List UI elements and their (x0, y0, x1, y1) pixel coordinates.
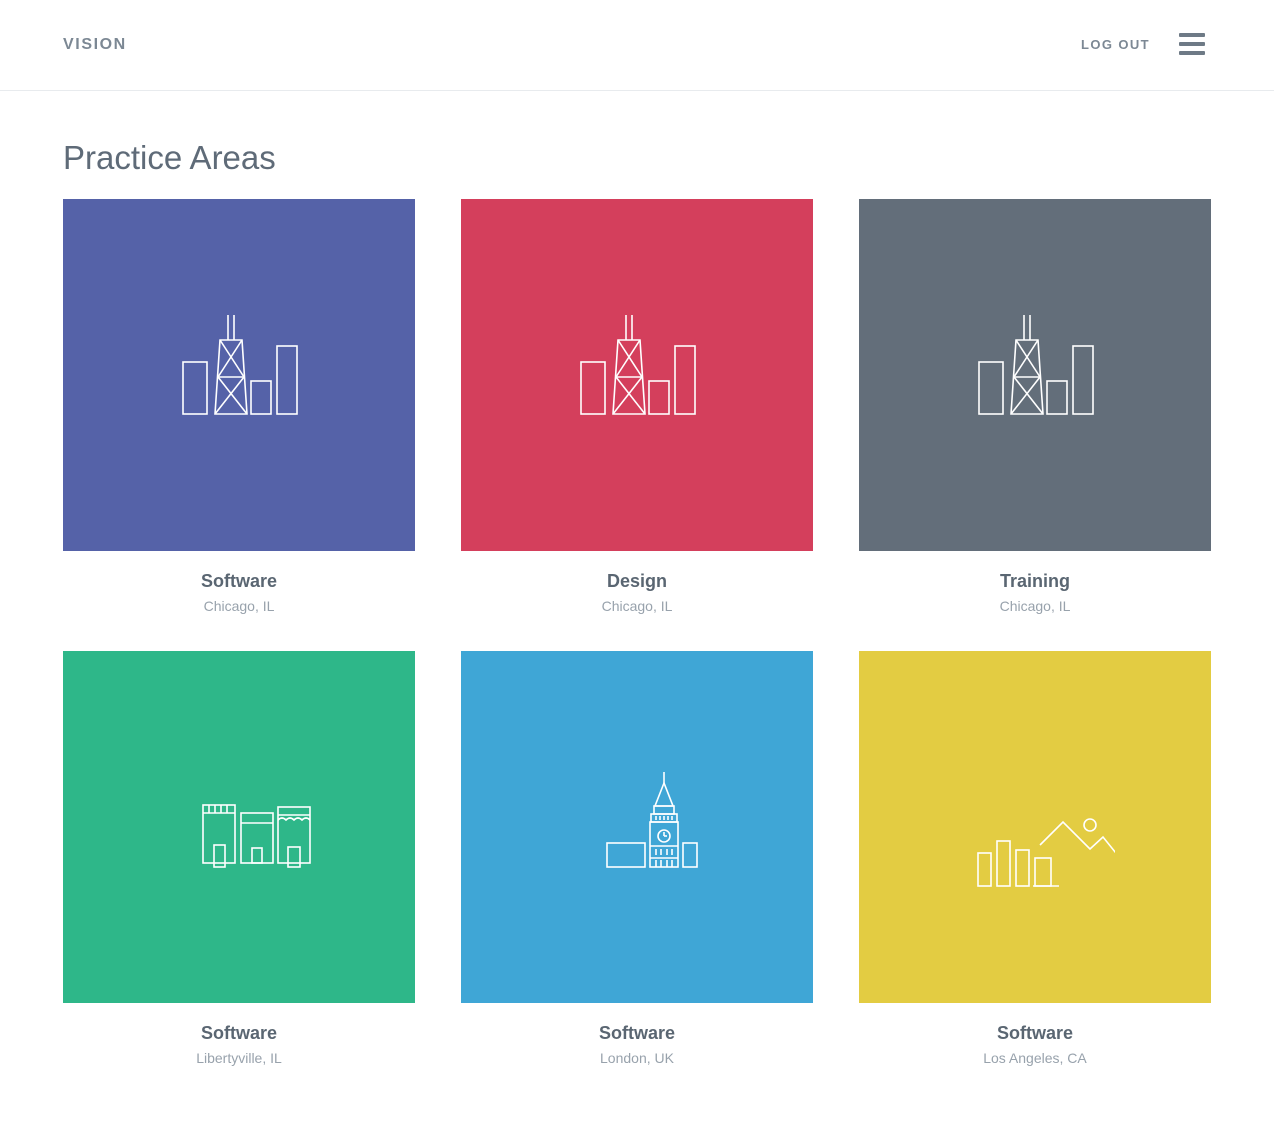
logout-button[interactable]: LOG OUT (1081, 37, 1150, 52)
chicago-skyline-icon (182, 315, 298, 415)
tile-location: Libertyville, IL (196, 1050, 282, 1066)
chicago-skyline-icon (978, 315, 1094, 415)
chicago-skyline-icon (580, 315, 696, 415)
practice-tile[interactable]: Design Chicago, IL (461, 199, 813, 614)
tile-title[interactable]: Software (63, 571, 415, 592)
tile-image[interactable] (63, 651, 415, 1003)
tile-image[interactable] (63, 199, 415, 551)
tile-location: Chicago, IL (601, 598, 673, 614)
tile-title[interactable]: Software (63, 1023, 415, 1044)
la-hills-icon (977, 818, 1115, 887)
big-ben-icon (606, 772, 698, 868)
page-title: Practice Areas (63, 139, 276, 176)
tile-title[interactable]: Design (461, 571, 813, 592)
practice-tile[interactable]: Training Chicago, IL (859, 199, 1211, 614)
tile-location: Chicago, IL (999, 598, 1071, 614)
tile-image[interactable] (461, 651, 813, 1003)
tile-title[interactable]: Software (859, 1023, 1211, 1044)
brand-logo[interactable]: VISION (63, 36, 127, 54)
practice-tile[interactable]: Software Chicago, IL (63, 199, 415, 614)
hamburger-menu-icon[interactable] (1179, 33, 1205, 55)
tile-image[interactable] (461, 199, 813, 551)
storefronts-icon (202, 804, 311, 868)
tile-location: London, UK (600, 1050, 674, 1066)
practice-tile[interactable]: Software Libertyville, IL (63, 651, 415, 1066)
tile-image[interactable] (859, 651, 1211, 1003)
top-navigation-bar: VISION LOG OUT (0, 0, 1274, 91)
tile-title[interactable]: Training (859, 571, 1211, 592)
tile-image[interactable] (859, 199, 1211, 551)
tile-location: Los Angeles, CA (983, 1050, 1087, 1066)
tile-location: Chicago, IL (203, 598, 275, 614)
practice-tile[interactable]: Software Los Angeles, CA (859, 651, 1211, 1066)
practice-tile[interactable]: Software London, UK (461, 651, 813, 1066)
tile-title[interactable]: Software (461, 1023, 813, 1044)
